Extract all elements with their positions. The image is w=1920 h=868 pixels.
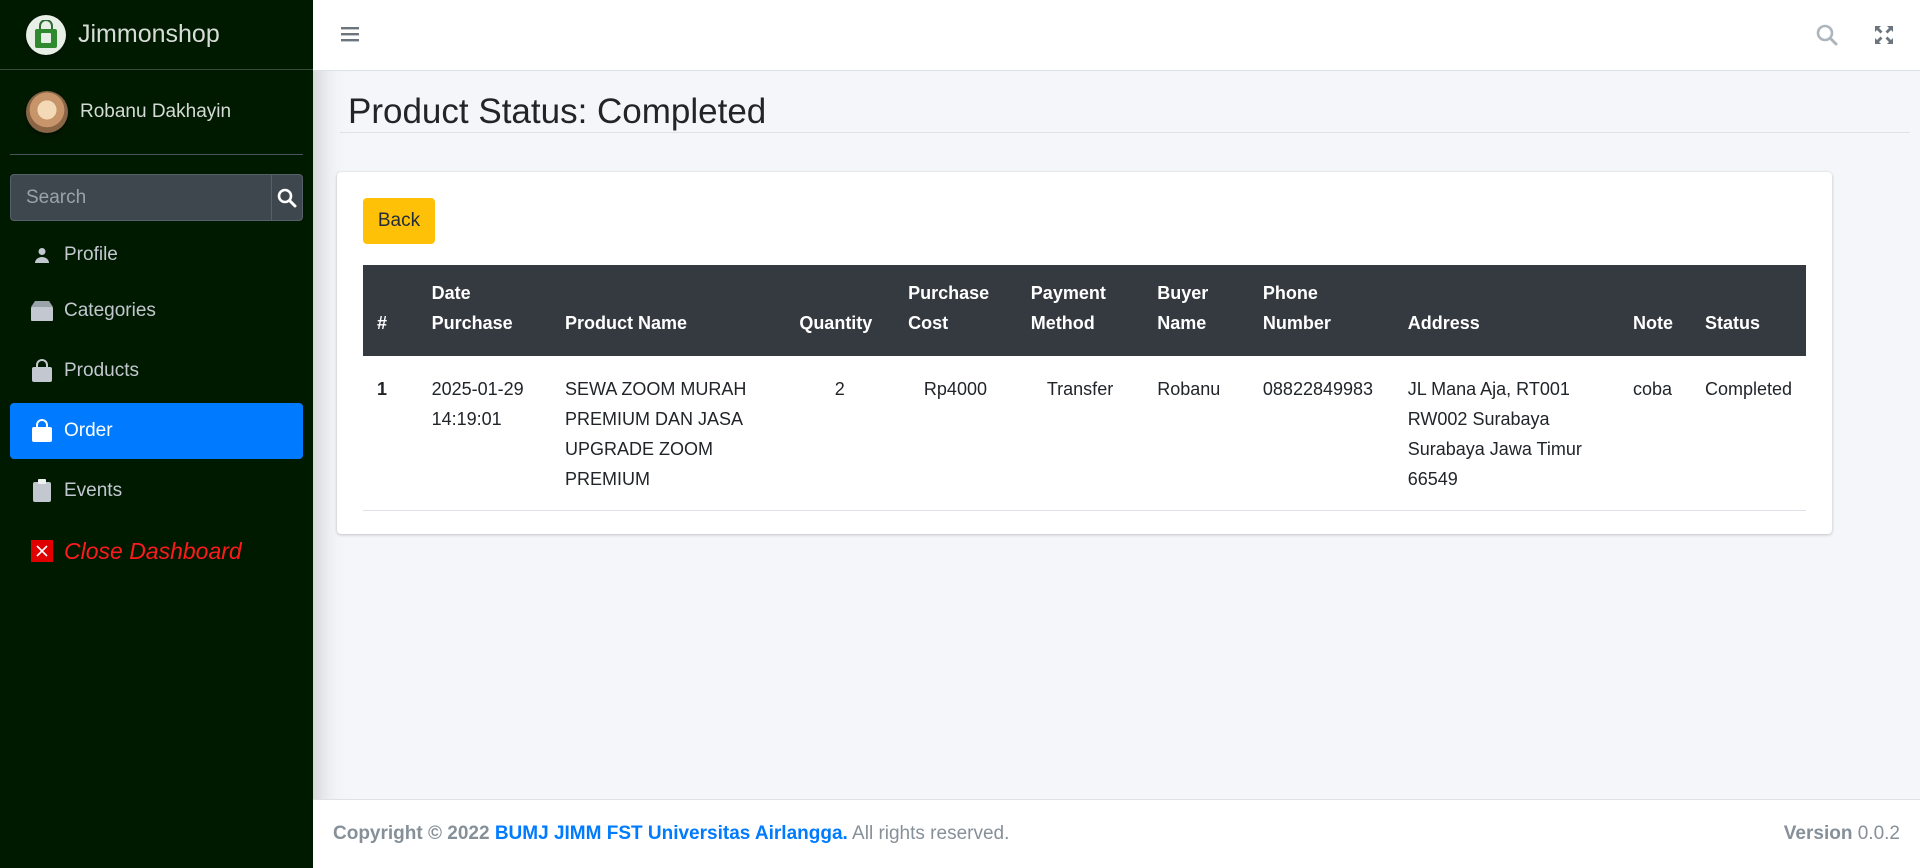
box-icon xyxy=(30,299,54,323)
content-header: Product Status: Completed xyxy=(340,86,1910,133)
column-header-payment-method: Payment Method xyxy=(1030,283,1106,333)
cell-payment-method: Transfer xyxy=(1016,356,1144,511)
column-header-buyer-name: Buyer Name xyxy=(1157,283,1209,333)
copyright-text: Copyright © 2022 xyxy=(333,823,490,844)
column-header-status: Status xyxy=(1704,313,1760,333)
brand-link[interactable]: Jimmonshop xyxy=(0,0,313,70)
column-header-phone-number: Phone Number xyxy=(1262,283,1331,333)
close-icon xyxy=(30,539,54,563)
column-header-note: Note xyxy=(1632,313,1673,333)
back-button[interactable]: Back xyxy=(363,198,435,244)
cell-date-purchase: 2025-01-29 14:19:01 xyxy=(417,356,552,511)
organization-link[interactable]: BUMJ JIMM FST Universitas Airlangga. xyxy=(495,823,848,844)
sidebar-item-products[interactable]: Products xyxy=(10,343,303,399)
top-navbar xyxy=(313,0,1920,71)
sidebar-item-categories[interactable]: Categories xyxy=(10,283,303,339)
hamburger-icon xyxy=(341,27,359,42)
shopping-bag-icon xyxy=(30,419,54,443)
column-header-number: # xyxy=(377,313,388,333)
shopping-bag-logo-icon xyxy=(26,14,66,55)
user-name[interactable]: Robanu Dakhayin xyxy=(80,101,231,123)
avatar xyxy=(26,91,68,133)
column-header-product-name: Product Name xyxy=(565,313,688,333)
cell-number: 1 xyxy=(363,356,418,511)
clipboard-icon xyxy=(30,479,54,503)
sidebar-item-label: Events xyxy=(64,480,123,501)
version-number: 0.0.2 xyxy=(1857,823,1900,844)
order-card: Back # Date Purchase Product Name Quanti… xyxy=(337,172,1832,534)
sidebar-item-events[interactable]: Events xyxy=(10,463,303,519)
version-label: Version xyxy=(1783,823,1853,844)
fullscreen-button[interactable] xyxy=(1874,25,1894,50)
search-button[interactable] xyxy=(271,174,303,221)
footer-version: Version 0.0.2 xyxy=(1784,823,1900,845)
column-header-purchase-cost: Purchase Cost xyxy=(908,283,990,333)
sidebar-item-label: Close Dashboard xyxy=(64,537,242,564)
sidebar-item-label: Order xyxy=(64,420,113,441)
user-icon xyxy=(30,243,54,267)
brand-name: Jimmonshop xyxy=(78,20,220,48)
cell-phone-number: 08822849983 xyxy=(1248,356,1394,511)
cell-status: Completed xyxy=(1690,356,1806,511)
sidebar-item-label: Categories xyxy=(64,300,156,321)
shopping-bag-icon xyxy=(30,359,54,383)
cell-purchase-cost: Rp4000 xyxy=(894,356,1017,511)
cell-note: coba xyxy=(1618,356,1691,511)
sidebar-item-profile[interactable]: Profile xyxy=(10,231,303,279)
search-input[interactable] xyxy=(10,174,271,221)
rights-text: All rights reserved. xyxy=(852,823,1010,844)
user-panel[interactable]: Robanu Dakhayin xyxy=(10,70,303,155)
table-row: 1 2025-01-29 14:19:01 SEWA ZOOM MURAH PR… xyxy=(363,356,1806,511)
search-icon xyxy=(277,188,297,207)
table-header-row: # Date Purchase Product Name Quantity Pu… xyxy=(363,265,1806,356)
sidebar-nav: Profile Categories Products Order Events xyxy=(0,231,313,579)
orders-table: # Date Purchase Product Name Quantity Pu… xyxy=(363,265,1806,511)
expand-icon xyxy=(1875,26,1893,44)
column-header-date-purchase: Date Purchase xyxy=(431,283,513,333)
cell-product-name: SEWA ZOOM MURAH PREMIUM DAN JASA UPGRADE… xyxy=(551,356,786,511)
page-title: Product Status: Completed xyxy=(348,92,767,131)
search-icon xyxy=(1816,24,1838,46)
footer: Copyright © 2022 BUMJ JIMM FST Universit… xyxy=(313,799,1920,868)
sidebar-item-label: Products xyxy=(64,360,139,381)
sidebar-item-order[interactable]: Order xyxy=(10,403,303,459)
column-header-address: Address xyxy=(1407,313,1480,333)
cell-address: JL Mana Aja, RT001 RW002 Surabaya Suraba… xyxy=(1393,356,1619,511)
sidebar: Jimmonshop Robanu Dakhayin Profile Categ… xyxy=(0,0,313,868)
sidebar-item-close-dashboard[interactable]: Close Dashboard xyxy=(10,523,303,579)
column-header-quantity: Quantity xyxy=(799,313,873,333)
cell-buyer-name: Robanu xyxy=(1143,356,1249,511)
sidebar-item-label: Profile xyxy=(64,244,118,265)
cell-quantity: 2 xyxy=(785,356,895,511)
menu-toggle-button[interactable] xyxy=(341,25,359,48)
sidebar-search xyxy=(10,174,303,221)
navbar-search-button[interactable] xyxy=(1816,24,1838,51)
footer-copyright: Copyright © 2022 BUMJ JIMM FST Universit… xyxy=(333,823,1009,845)
